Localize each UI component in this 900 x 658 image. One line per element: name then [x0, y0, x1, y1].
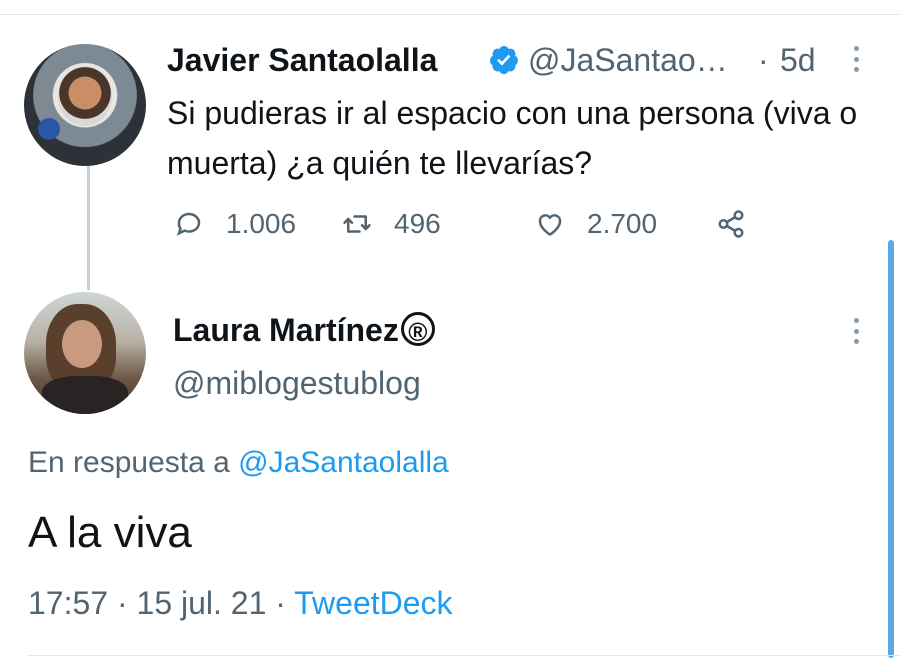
- retweet-count: 496: [394, 208, 441, 239]
- meta-separator: ·: [275, 585, 286, 621]
- in-reply-prefix: En respuesta a: [28, 446, 230, 479]
- avatar-javier[interactable]: [24, 44, 146, 166]
- scrollbar[interactable]: [888, 240, 894, 658]
- avatar-astronaut-visor: [58, 66, 112, 126]
- share-button[interactable]: [716, 206, 768, 242]
- tweet-text: Si pudieras ir al espacio con una person…: [167, 95, 858, 181]
- reply-date[interactable]: 15 jul. 21: [137, 585, 267, 621]
- reply-time[interactable]: 17:57: [28, 585, 108, 621]
- more-icon[interactable]: [846, 318, 866, 344]
- meta-separator: ·: [116, 585, 128, 621]
- in-reply-to: En respuesta a @JaSantaolalla: [28, 446, 449, 480]
- reply-author-name-text: Laura Martínez: [173, 312, 399, 348]
- avatar-face: [62, 320, 102, 368]
- like-button[interactable]: 2.700: [535, 206, 657, 242]
- avatar-laura[interactable]: [24, 292, 146, 414]
- bottom-divider: [28, 655, 900, 656]
- top-divider: [0, 14, 900, 15]
- verified-badge-icon: [490, 46, 518, 75]
- thread-connector-line: [87, 164, 90, 290]
- reply-count: 1.006: [226, 208, 297, 239]
- header-separator: ·: [758, 42, 769, 78]
- tweet-time-ago[interactable]: 5d: [780, 42, 816, 79]
- reply-meta: 17:57 · 15 jul. 21 · TweetDeck: [28, 585, 453, 622]
- like-icon: [538, 214, 562, 236]
- like-count: 2.700: [587, 208, 658, 239]
- retweet-button[interactable]: 496: [342, 206, 441, 242]
- retweet-icon: [343, 215, 371, 233]
- tweet-author-name[interactable]: Javier Santaolalla: [167, 42, 437, 79]
- avatar-shirt: [42, 376, 128, 414]
- reply-button[interactable]: 1.006: [174, 206, 296, 242]
- more-icon[interactable]: [846, 46, 866, 72]
- reply-icon: [176, 212, 201, 236]
- share-icon: [718, 210, 744, 238]
- avatar-mission-patch: [38, 118, 60, 140]
- registered-mark: ®: [400, 312, 435, 347]
- in-reply-mention-link[interactable]: @JaSantaolalla: [238, 446, 449, 479]
- tweet-author-handle[interactable]: @JaSantao…: [528, 42, 728, 79]
- reply-author-name[interactable]: Laura Martínez ®: [173, 312, 435, 349]
- reply-source-link[interactable]: TweetDeck: [294, 585, 452, 621]
- reply-author-handle[interactable]: @miblogestublog: [173, 365, 421, 402]
- reply-text: A la viva: [28, 508, 192, 557]
